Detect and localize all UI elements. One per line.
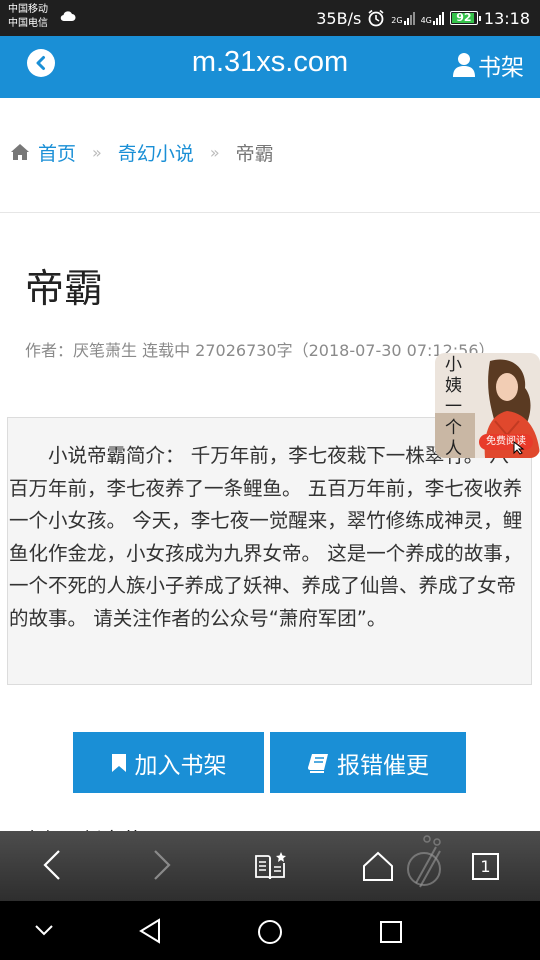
site-header: m.31xs.com 书架 — [0, 36, 540, 98]
book-meta: 作者：厌笔萧生 连载中 27026730字（2018-07-30 07:12:5… — [25, 341, 495, 360]
battery-level: 92 — [456, 11, 472, 24]
status-right: 35B/s 2G 4G 92 13:18 — [316, 0, 530, 36]
net-4g-label: 4G — [420, 16, 432, 25]
signal-4g: 4G — [421, 11, 444, 25]
breadcrumb: 首页 » 奇幻小说 » 帝霸 — [10, 138, 274, 166]
carrier-info: 中国移动 中国电信 — [8, 3, 48, 31]
nav-back-icon[interactable] — [138, 918, 162, 944]
breadcrumb-separator: » — [92, 142, 102, 162]
cloud-icon — [60, 11, 76, 22]
battery-icon: 92 — [449, 11, 481, 25]
bookmark-icon — [111, 753, 126, 772]
bookmarks-icon[interactable] — [254, 851, 288, 881]
breadcrumb-category[interactable]: 奇幻小说 — [118, 139, 194, 166]
carrier-1: 中国移动 — [8, 4, 48, 15]
breadcrumb-current: 帝霸 — [235, 142, 274, 165]
book-icon — [308, 753, 328, 773]
alarm-icon — [368, 9, 384, 27]
breadcrumb-home[interactable]: 首页 — [38, 139, 76, 166]
clock: 13:18 — [483, 8, 530, 28]
nav-recents-icon[interactable] — [379, 920, 403, 944]
divider — [0, 212, 540, 213]
report-error-button[interactable]: 报错催更 — [270, 732, 466, 793]
add-to-shelf-button[interactable]: 加入书架 — [73, 732, 264, 793]
browser-back-icon[interactable] — [42, 849, 62, 881]
bookshelf-label: 书架 — [478, 55, 524, 81]
book-title: 帝霸 — [25, 267, 104, 312]
floating-ad[interactable]: 小姨一个人在家 免费阅读 — [435, 353, 540, 458]
cursor-icon — [513, 441, 525, 455]
add-to-shelf-label: 加入书架 — [134, 752, 227, 779]
carrier-2: 中国电信 — [8, 18, 48, 29]
net-speed: 35B/s — [316, 8, 362, 28]
ad-text: 小姨一个人在家 — [445, 355, 462, 458]
browser-forward-icon[interactable] — [152, 849, 172, 881]
chevron-down-icon[interactable] — [34, 923, 54, 937]
report-error-label: 报错催更 — [337, 752, 429, 779]
home-page-icon[interactable] — [362, 851, 394, 881]
signal-bars-2-icon — [432, 11, 444, 25]
net-2g-label: 2G — [391, 16, 403, 25]
system-nav-bar — [0, 901, 540, 960]
bookshelf-button[interactable]: 书架 — [452, 48, 524, 82]
user-icon — [453, 53, 475, 77]
signal-bars-1-icon — [403, 11, 415, 25]
browser-toolbar — [0, 831, 540, 901]
nav-home-icon[interactable] — [257, 919, 283, 945]
home-icon — [11, 144, 29, 160]
watermark-icon — [407, 835, 441, 888]
status-bar: 中国移动 中国电信 35B/s 2G 4G 92 13:18 — [0, 0, 540, 36]
tabs-count-button[interactable]: 1 — [472, 853, 499, 880]
signal-2g: 2G — [391, 11, 415, 25]
screen: 中国移动 中国电信 35B/s 2G 4G 92 13:18 m.31xs.co… — [0, 0, 540, 960]
breadcrumb-separator: » — [209, 142, 220, 162]
